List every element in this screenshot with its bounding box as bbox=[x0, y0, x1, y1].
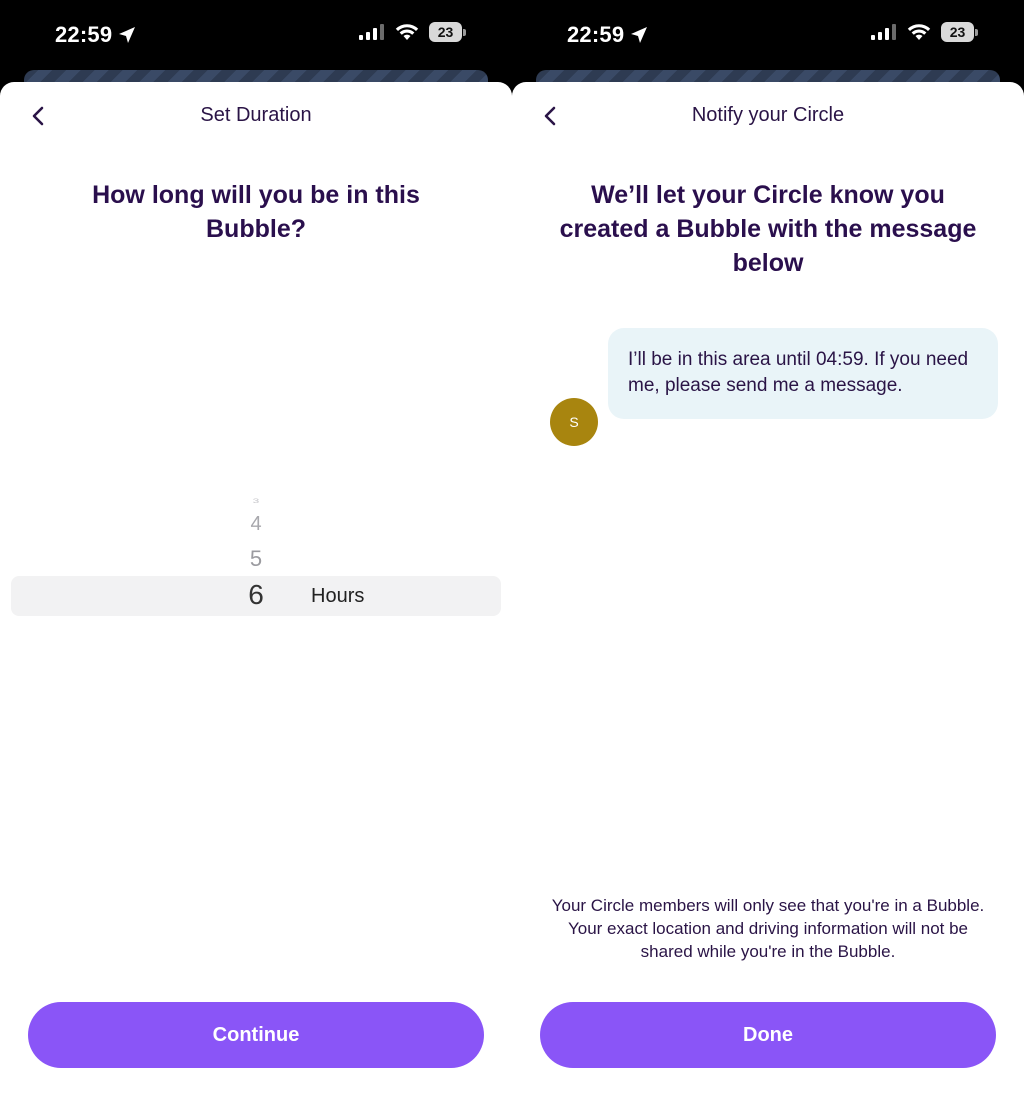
battery-icon: 23 bbox=[941, 22, 978, 42]
location-arrow-icon bbox=[119, 27, 136, 43]
battery-level: 23 bbox=[941, 22, 974, 42]
page-title: Notify your Circle bbox=[691, 104, 845, 126]
message-bubble: I’ll be in this area until 04:59. If you… bbox=[608, 328, 998, 419]
continue-button[interactable]: Continue bbox=[28, 1002, 484, 1068]
battery-nub bbox=[463, 28, 466, 36]
location-arrow-icon bbox=[631, 27, 648, 43]
picker-option[interactable]: 5 bbox=[236, 546, 276, 572]
status-time: 22:59 bbox=[567, 22, 648, 48]
page-title: Set Duration bbox=[200, 104, 312, 126]
battery-level: 23 bbox=[429, 22, 462, 42]
battery-icon: 23 bbox=[429, 22, 466, 42]
cellular-signal-icon bbox=[871, 24, 896, 40]
status-time-text: 22:59 bbox=[567, 22, 625, 47]
nav-bar: Set Duration bbox=[0, 82, 512, 148]
set-duration-screen: 22:59 23 Set Duration How long will you … bbox=[0, 0, 512, 1109]
duration-question: How long will you be in this Bubble? bbox=[92, 181, 420, 243]
status-icons: 23 bbox=[871, 22, 978, 42]
avatar: S bbox=[550, 398, 598, 446]
status-bar: 22:59 23 bbox=[512, 0, 1024, 70]
cellular-signal-icon bbox=[359, 24, 384, 40]
wifi-icon bbox=[907, 24, 931, 40]
status-bar: 22:59 23 bbox=[0, 0, 512, 70]
picker-unit-label: Hours bbox=[311, 585, 365, 607]
status-icons: 23 bbox=[359, 22, 466, 42]
picker-option[interactable]: 3 bbox=[236, 497, 276, 505]
bottom-sheet: Notify your Circle We’ll let your Circle… bbox=[512, 82, 1024, 1109]
bottom-sheet: Set Duration How long will you be in thi… bbox=[0, 82, 512, 1109]
nav-bar: Notify your Circle bbox=[512, 82, 1024, 148]
privacy-note: Your Circle members will only see that y… bbox=[551, 896, 985, 961]
battery-nub bbox=[975, 28, 978, 36]
wifi-icon bbox=[395, 24, 419, 40]
notify-circle-screen: 22:59 23 Notify your Circle We’ll let yo… bbox=[512, 0, 1024, 1109]
notify-headline: We’ll let your Circle know you created a… bbox=[559, 181, 977, 277]
status-time: 22:59 bbox=[55, 22, 136, 48]
done-button[interactable]: Done bbox=[540, 1002, 996, 1068]
picker-selected-value[interactable]: 6 bbox=[236, 579, 276, 611]
status-time-text: 22:59 bbox=[55, 22, 113, 47]
picker-option[interactable]: 4 bbox=[236, 513, 276, 536]
